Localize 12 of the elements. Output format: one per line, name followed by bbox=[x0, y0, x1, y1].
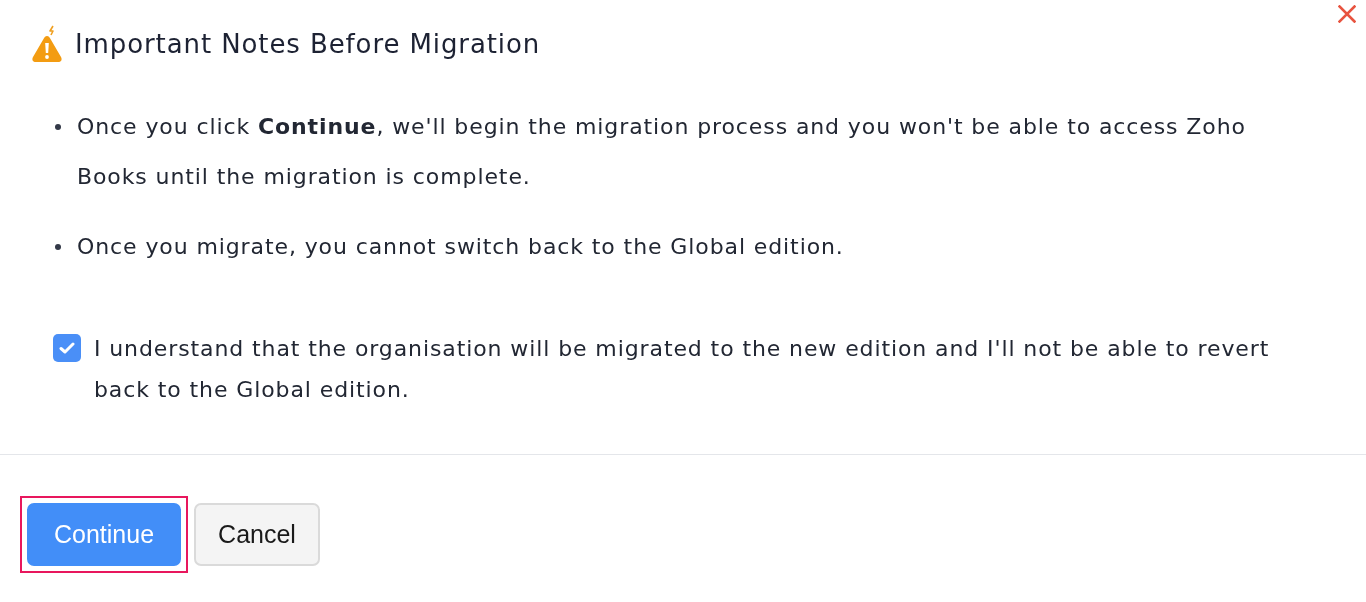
checkmark-icon bbox=[59, 342, 75, 354]
close-button[interactable] bbox=[1336, 3, 1358, 25]
bullet-icon bbox=[55, 244, 61, 250]
note-text: Once you click Continue, we'll begin the migration process and you won't be able to access Zoho Books until the migration is complete. bbox=[77, 113, 1247, 191]
cancel-button[interactable]: Cancel bbox=[194, 503, 320, 566]
bullet-icon bbox=[55, 124, 61, 130]
close-icon bbox=[1338, 5, 1356, 23]
note-text: Once you migrate, you cannot switch back to the Global edition. bbox=[77, 233, 844, 261]
warning-icon bbox=[30, 25, 64, 63]
confirmation-text: I understand that the organisation will be migrated to the new edition and I'll not be able to revert back to the Global edition. bbox=[94, 335, 1271, 404]
dialog-title: Important Notes Before Migration bbox=[75, 28, 541, 61]
checkbox[interactable] bbox=[53, 334, 81, 362]
